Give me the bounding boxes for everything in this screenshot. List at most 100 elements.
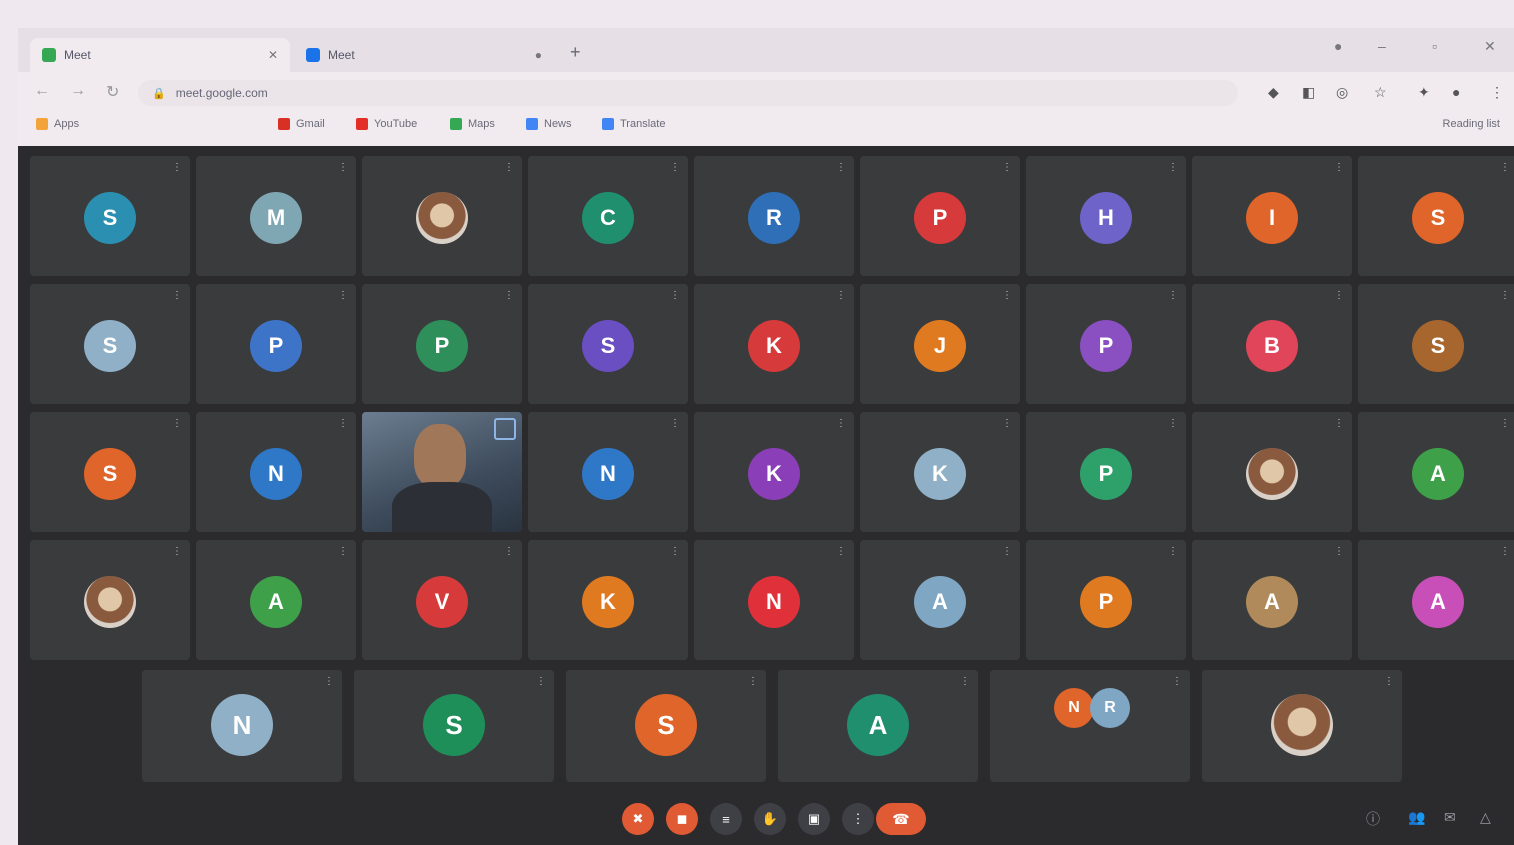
present-button[interactable]: ▣: [798, 803, 830, 835]
close-window-icon[interactable]: ✕: [1484, 38, 1496, 55]
extension-icon[interactable]: ◎: [1336, 84, 1348, 101]
participant-tile[interactable]: [362, 412, 522, 532]
maximize-icon[interactable]: ▫: [1432, 38, 1437, 54]
camera-button[interactable]: ◼: [666, 803, 698, 835]
participant-tile[interactable]: S ⋮: [30, 412, 190, 532]
raise-hand-button[interactable]: ✋: [754, 803, 786, 835]
extension-icon[interactable]: ◧: [1302, 84, 1315, 101]
participant-tile[interactable]: N R ⋮: [990, 670, 1190, 782]
mic-off-icon: ⋮: [172, 546, 182, 557]
forward-icon[interactable]: →: [70, 82, 86, 100]
participant-tile[interactable]: N ⋮: [142, 670, 342, 782]
mic-button[interactable]: ✖: [622, 803, 654, 835]
participant-tile[interactable]: R ⋮: [694, 156, 854, 276]
participant-tile[interactable]: ⋮: [1192, 412, 1352, 532]
profile-icon[interactable]: ●: [1334, 38, 1342, 54]
bookmark-news[interactable]: News: [526, 118, 572, 130]
tab-meet-2[interactable]: Meet ●: [294, 38, 554, 72]
participant-tile[interactable]: ⋮: [1202, 670, 1402, 782]
new-tab-icon[interactable]: +: [570, 42, 581, 63]
more-options-button[interactable]: ⋮: [842, 803, 874, 835]
participant-tile[interactable]: K ⋮: [528, 540, 688, 660]
bookmark-label: Maps: [468, 118, 495, 130]
toolbar: ← → ↻ 🔒 meet.google.com ◆ ◧ ◎ ☆ ✦ ● ⋮: [18, 76, 1514, 110]
participant-tile[interactable]: I ⋮: [1192, 156, 1352, 276]
participant-tile[interactable]: S ⋮: [30, 156, 190, 276]
participant-tile[interactable]: H ⋮: [1026, 156, 1186, 276]
mic-off-icon: ⋮: [1500, 290, 1510, 301]
participant-tile[interactable]: M ⋮: [196, 156, 356, 276]
info-icon[interactable]: ⓘ: [1366, 809, 1380, 829]
participant-tile[interactable]: K ⋮: [860, 412, 1020, 532]
mic-off-icon: ⋮: [836, 546, 846, 557]
participant-tile[interactable]: C ⋮: [528, 156, 688, 276]
star-icon[interactable]: ☆: [1374, 84, 1387, 101]
participant-tile[interactable]: P ⋮: [1026, 284, 1186, 404]
participant-tile[interactable]: K ⋮: [694, 284, 854, 404]
participant-avatar: P: [1080, 320, 1132, 372]
bookmark-gmail[interactable]: Gmail: [278, 118, 325, 130]
participant-tile[interactable]: J ⋮: [860, 284, 1020, 404]
audio-icon[interactable]: ●: [535, 48, 542, 62]
extensions-puzzle-icon[interactable]: ✦: [1418, 84, 1430, 101]
bookmark-apps[interactable]: Apps: [36, 118, 79, 130]
participant-tile[interactable]: P ⋮: [860, 156, 1020, 276]
participant-tile[interactable]: A ⋮: [860, 540, 1020, 660]
tab-meet-1[interactable]: Meet ✕: [30, 38, 290, 72]
participant-tile[interactable]: S ⋮: [30, 284, 190, 404]
participant-tile[interactable]: P ⋮: [196, 284, 356, 404]
activities-icon[interactable]: △: [1480, 809, 1491, 826]
participant-tile[interactable]: S ⋮: [528, 284, 688, 404]
participant-tile[interactable]: A ⋮: [1358, 540, 1514, 660]
address-bar[interactable]: 🔒 meet.google.com: [138, 80, 1238, 106]
close-tab-icon[interactable]: ✕: [268, 48, 278, 62]
people-icon[interactable]: 👥: [1408, 809, 1425, 826]
participant-tile[interactable]: K ⋮: [694, 412, 854, 532]
participant-tile[interactable]: N ⋮: [694, 540, 854, 660]
participant-tile[interactable]: N ⋮: [196, 412, 356, 532]
participant-tile[interactable]: V ⋮: [362, 540, 522, 660]
mic-off-icon: ⋮: [504, 290, 514, 301]
end-call-button[interactable]: ☎: [876, 803, 926, 835]
mic-off-icon: ⋮: [1500, 162, 1510, 173]
participant-tile[interactable]: S ⋮: [354, 670, 554, 782]
captions-button[interactable]: ≡: [710, 803, 742, 835]
participant-tile[interactable]: S ⋮: [566, 670, 766, 782]
participant-tile[interactable]: ⋮: [30, 540, 190, 660]
bookmark-translate[interactable]: Translate: [602, 118, 665, 130]
participant-tile[interactable]: A ⋮: [778, 670, 978, 782]
participant-tile[interactable]: S ⋮: [1358, 156, 1514, 276]
reload-icon[interactable]: ↻: [106, 82, 119, 102]
bookmark-youtube[interactable]: YouTube: [356, 118, 417, 130]
torso: [392, 482, 492, 532]
avatar-icon[interactable]: ●: [1452, 84, 1460, 100]
bookmark-label: Gmail: [296, 118, 325, 130]
mic-off-icon: ⋮: [172, 418, 182, 429]
participant-tile[interactable]: S ⋮: [1358, 284, 1514, 404]
participant-avatar: [1271, 694, 1333, 756]
participant-avatar: R: [748, 192, 800, 244]
participant-avatar: A: [1412, 448, 1464, 500]
participant-tile[interactable]: A ⋮: [1192, 540, 1352, 660]
chat-icon[interactable]: ✉: [1444, 809, 1456, 826]
extension-icon[interactable]: ◆: [1268, 84, 1279, 101]
participant-tile[interactable]: N ⋮: [528, 412, 688, 532]
reading-list[interactable]: Reading list: [1443, 118, 1500, 130]
meeting-details[interactable]: [46, 811, 49, 822]
participant-avatar: P: [1080, 576, 1132, 628]
minimize-icon[interactable]: –: [1378, 38, 1386, 54]
participant-avatar: S: [1412, 320, 1464, 372]
participant-avatar: N: [748, 576, 800, 628]
pin-icon[interactable]: [494, 418, 516, 440]
bookmark-maps[interactable]: Maps: [450, 118, 495, 130]
participant-tile[interactable]: P ⋮: [1026, 412, 1186, 532]
participant-tile[interactable]: ⋮: [362, 156, 522, 276]
participant-tile[interactable]: A ⋮: [1358, 412, 1514, 532]
participant-tile[interactable]: A ⋮: [196, 540, 356, 660]
participant-tile[interactable]: B ⋮: [1192, 284, 1352, 404]
participant-tile[interactable]: P ⋮: [362, 284, 522, 404]
back-icon[interactable]: ←: [34, 82, 50, 100]
participant-avatar: A: [250, 576, 302, 628]
menu-kebab-icon[interactable]: ⋮: [1490, 84, 1504, 101]
participant-tile[interactable]: P ⋮: [1026, 540, 1186, 660]
